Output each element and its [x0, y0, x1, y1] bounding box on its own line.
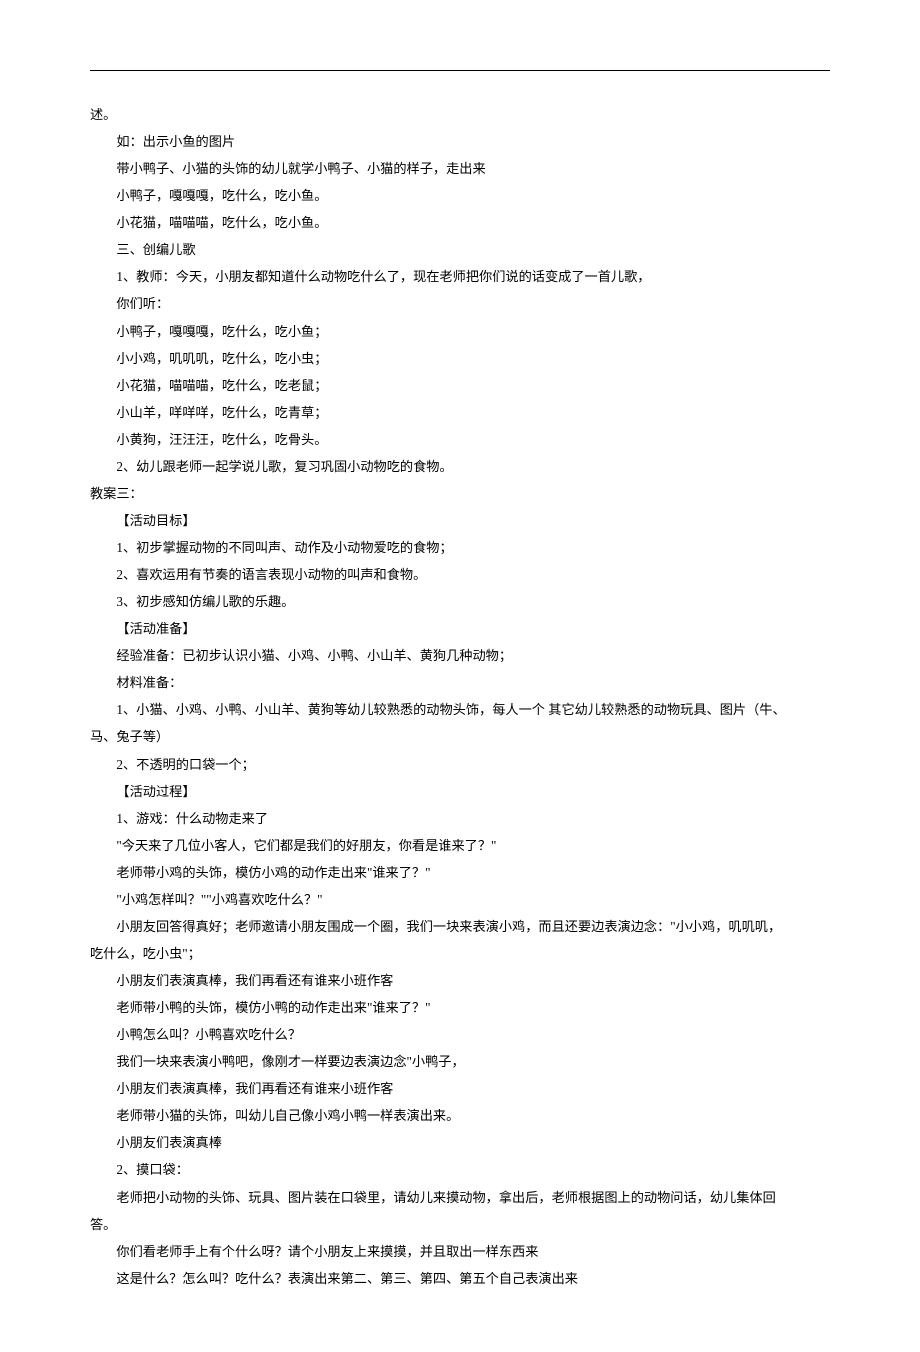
- text-line: 小朋友回答得真好；老师邀请小朋友围成一个圈，我们一块来表演小鸡，而且还要边表演边…: [90, 913, 830, 940]
- text-line: 你们听：: [90, 290, 830, 317]
- text-line: 答。: [90, 1211, 830, 1238]
- text-line: 小鸭怎么叫？小鸭喜欢吃什么？: [90, 1021, 830, 1048]
- text-line: 2、幼儿跟老师一起学说儿歌，复习巩固小动物吃的食物。: [90, 453, 830, 480]
- text-line: "小鸡怎样叫？""小鸡喜欢吃什么？": [90, 886, 830, 913]
- text-line: 我们一块来表演小鸭吧，像刚才一样要边表演边念"小鸭子，: [90, 1048, 830, 1075]
- text-line: 这是什么？怎么叫？吃什么？表演出来第二、第三、第四、第五个自己表演出来: [90, 1265, 830, 1292]
- text-line: 述。: [90, 101, 830, 128]
- text-line: 2、不透明的口袋一个；: [90, 751, 830, 778]
- text-line: 如：出示小鱼的图片: [90, 128, 830, 155]
- text-line: 【活动准备】: [90, 615, 830, 642]
- text-line: "今天来了几位小客人，它们都是我们的好朋友，你看是谁来了？": [90, 832, 830, 859]
- text-line: 老师带小鸭的头饰，模仿小鸭的动作走出来"谁来了？": [90, 994, 830, 1021]
- text-line: 【活动目标】: [90, 507, 830, 534]
- text-line: 小鸭子，嘎嘎嘎，吃什么，吃小鱼。: [90, 182, 830, 209]
- document-body: 述。如：出示小鱼的图片带小鸭子、小猫的头饰的幼儿就学小鸭子、小猫的样子，走出来小…: [90, 101, 830, 1292]
- text-line: 带小鸭子、小猫的头饰的幼儿就学小鸭子、小猫的样子，走出来: [90, 155, 830, 182]
- text-line: 【活动过程】: [90, 778, 830, 805]
- text-line: 小山羊，咩咩咩，吃什么，吃青草；: [90, 399, 830, 426]
- text-line: 三、创编儿歌: [90, 236, 830, 263]
- text-line: 小小鸡，叽叽叽，吃什么，吃小虫；: [90, 345, 830, 372]
- text-line: 1、游戏：什么动物走来了: [90, 805, 830, 832]
- text-line: 老师带小猫的头饰，叫幼儿自己像小鸡小鸭一样表演出来。: [90, 1102, 830, 1129]
- text-line: 你们看老师手上有个什么呀？请个小朋友上来摸摸，并且取出一样东西来: [90, 1238, 830, 1265]
- text-line: 2、喜欢运用有节奏的语言表现小动物的叫声和食物。: [90, 561, 830, 588]
- text-line: 小鸭子，嘎嘎嘎，吃什么，吃小鱼；: [90, 318, 830, 345]
- text-line: 马、兔子等）: [90, 723, 830, 750]
- text-line: 1、初步掌握动物的不同叫声、动作及小动物爱吃的食物；: [90, 534, 830, 561]
- text-line: 经验准备：已初步认识小猫、小鸡、小鸭、小山羊、黄狗几种动物；: [90, 642, 830, 669]
- text-line: 老师把小动物的头饰、玩具、图片装在口袋里，请幼儿来摸动物，拿出后，老师根据图上的…: [90, 1184, 830, 1211]
- text-line: 小朋友们表演真棒，我们再看还有谁来小班作客: [90, 967, 830, 994]
- text-line: 3、初步感知仿编儿歌的乐趣。: [90, 588, 830, 615]
- text-line: 1、教师：今天，小朋友都知道什么动物吃什么了，现在老师把你们说的话变成了一首儿歌…: [90, 263, 830, 290]
- text-line: 教案三：: [90, 480, 830, 507]
- text-line: 老师带小鸡的头饰，模仿小鸡的动作走出来"谁来了？": [90, 859, 830, 886]
- text-line: 2、摸口袋：: [90, 1156, 830, 1183]
- top-rule: [90, 70, 830, 71]
- document-page: 述。如：出示小鱼的图片带小鸭子、小猫的头饰的幼儿就学小鸭子、小猫的样子，走出来小…: [0, 0, 920, 1352]
- text-line: 小花猫，喵喵喵，吃什么，吃老鼠；: [90, 372, 830, 399]
- text-line: 小花猫，喵喵喵，吃什么，吃小鱼。: [90, 209, 830, 236]
- text-line: 小朋友们表演真棒: [90, 1129, 830, 1156]
- text-line: 吃什么，吃小虫"；: [90, 940, 830, 967]
- text-line: 小朋友们表演真棒，我们再看还有谁来小班作客: [90, 1075, 830, 1102]
- text-line: 1、小猫、小鸡、小鸭、小山羊、黄狗等幼儿较熟悉的动物头饰，每人一个 其它幼儿较熟…: [90, 696, 830, 723]
- text-line: 材料准备：: [90, 669, 830, 696]
- text-line: 小黄狗，汪汪汪，吃什么，吃骨头。: [90, 426, 830, 453]
